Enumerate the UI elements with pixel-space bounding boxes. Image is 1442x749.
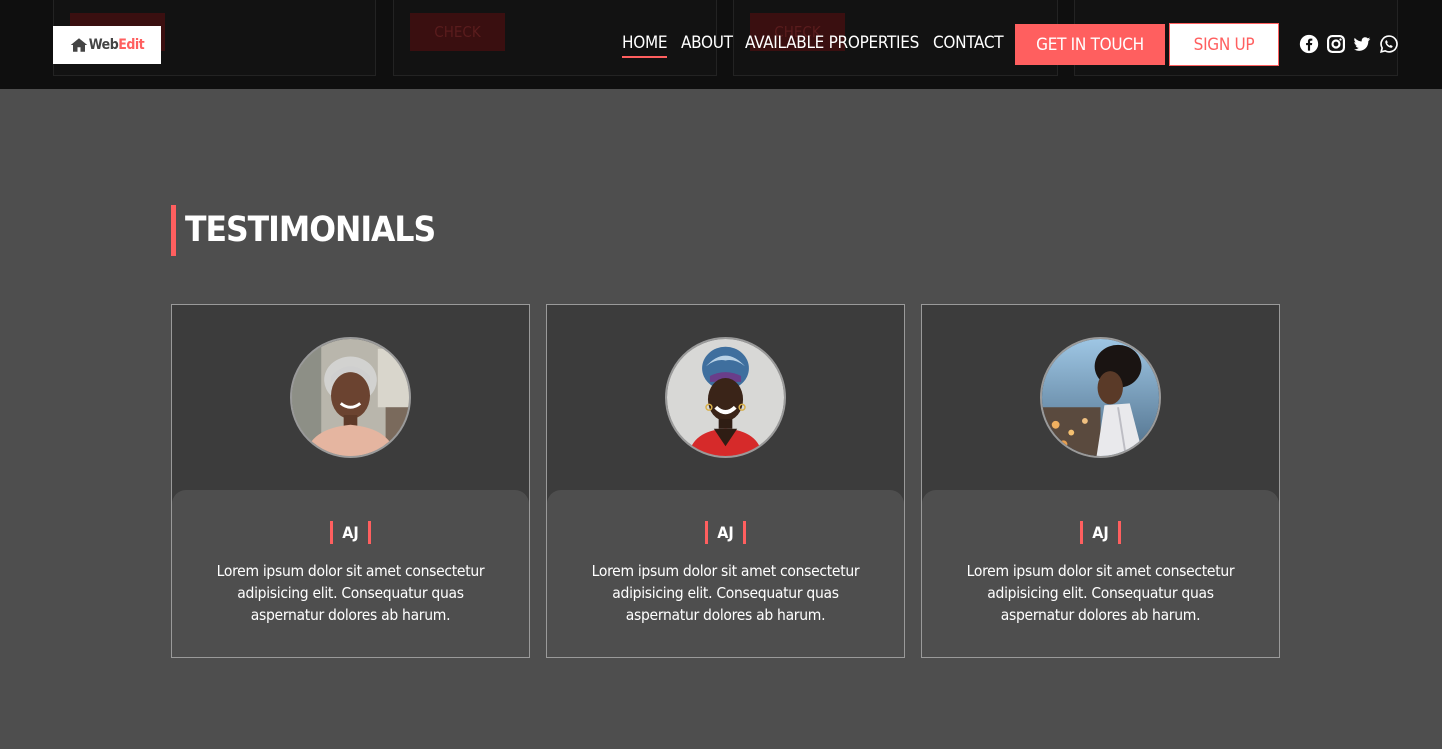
background-check-button: CHECK [410,13,505,51]
facebook-icon[interactable] [1299,34,1319,54]
testimonial-quote: Lorem ipsum dolor sit amet consectetur a… [216,562,485,624]
nav-contact[interactable]: CONTACT [933,33,1004,53]
logo-text-prefix: Web [88,37,119,53]
avatar [1040,337,1161,458]
testimonial-card: AJ Lorem ipsum dolor sit amet consectetu… [921,304,1280,658]
nav-available-properties[interactable]: AVAILABLE PROPERTIES [745,33,919,53]
testimonial-card: AJ Lorem ipsum dolor sit amet consectetu… [171,304,530,658]
card-divider [172,490,529,510]
site-header: CHECK CHECK Web Edit HOME ABOUT AVAILABLE… [0,0,1442,89]
testimonial-quote: Lorem ipsum dolor sit amet consectetur a… [966,562,1235,624]
card-divider [547,490,904,510]
avatar [290,337,411,458]
testimonial-name: AJ [705,521,746,544]
home-icon [70,38,88,52]
logo-text-suffix: Edit [118,37,145,53]
twitter-icon[interactable] [1352,34,1372,54]
instagram-icon[interactable] [1326,34,1346,54]
get-in-touch-button[interactable]: GET IN TOUCH [1015,24,1165,65]
site-logo[interactable]: Web Edit [53,26,161,64]
section-title-testimonials: TESTIMONIALS [171,205,436,256]
testimonial-name: AJ [330,521,371,544]
nav-home[interactable]: HOME [622,33,668,58]
background-card: CHECK [393,0,717,76]
testimonial-name: AJ [1080,521,1121,544]
testimonial-quote: Lorem ipsum dolor sit amet consectetur a… [591,562,860,624]
avatar [665,337,786,458]
card-divider [922,490,1279,510]
sign-up-button[interactable]: SIGN UP [1169,23,1279,66]
nav-about[interactable]: ABOUT [681,33,733,53]
whatsapp-icon[interactable] [1379,34,1399,54]
testimonial-card: AJ Lorem ipsum dolor sit amet consectetu… [546,304,905,658]
